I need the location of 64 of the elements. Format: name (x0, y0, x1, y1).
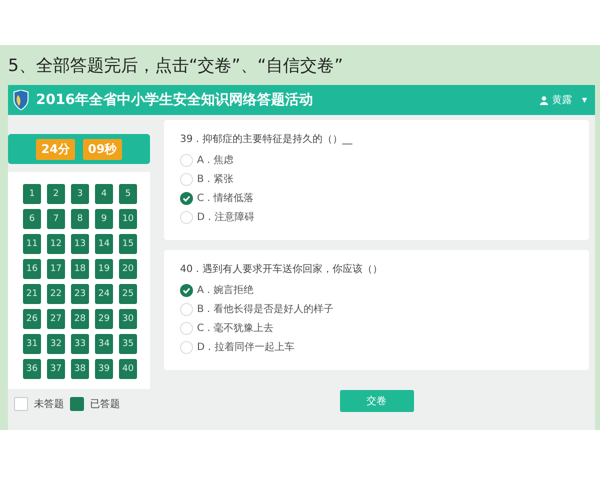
question-number-button[interactable]: 11 (23, 234, 41, 254)
question-number-button[interactable]: 3 (71, 184, 89, 204)
answer-option[interactable]: B . 看他长得是否是好人的样子 (180, 302, 573, 316)
legend-label: 未答题 (34, 398, 64, 411)
legend-label: 已答题 (90, 398, 120, 411)
answer-option[interactable]: D . 注意障碍 (180, 210, 573, 224)
question-number-button[interactable]: 31 (23, 334, 41, 354)
question-number-button[interactable]: 18 (71, 259, 89, 279)
question-number-button[interactable]: 2 (47, 184, 65, 204)
question-number-button[interactable]: 6 (23, 209, 41, 229)
answer-option[interactable]: A . 焦虑 (180, 153, 573, 167)
question-number-button[interactable]: 30 (119, 309, 137, 329)
question-number-button[interactable]: 36 (23, 359, 41, 379)
question-number-button[interactable]: 27 (47, 309, 65, 329)
check-icon (182, 194, 191, 202)
instruction-text: 5、全部答题完后，点击“交卷”、“自信交卷” (8, 54, 344, 78)
question-number-button[interactable]: 13 (71, 234, 89, 254)
question-number-button[interactable]: 29 (95, 309, 113, 329)
question-number-button[interactable]: 21 (23, 284, 41, 304)
question-number-button[interactable]: 24 (95, 284, 113, 304)
minutes-badge: 24分 (36, 138, 75, 160)
radio-button[interactable] (180, 192, 193, 204)
question-number-button[interactable]: 23 (71, 284, 89, 304)
user-menu[interactable]: 黄露 ▾ (540, 93, 587, 107)
question-number-button[interactable]: 9 (95, 209, 113, 229)
question-number-button[interactable]: 5 (119, 184, 137, 204)
answer-option[interactable]: D . 拉着同伴一起上车 (180, 340, 573, 354)
answer-option[interactable]: B . 紧张 (180, 172, 573, 186)
question-number-button[interactable]: 39 (95, 359, 113, 379)
question-number-button[interactable]: 1 (23, 184, 41, 204)
question-number-button[interactable]: 34 (95, 334, 113, 354)
question-number-button[interactable]: 19 (95, 259, 113, 279)
question-number-button[interactable]: 14 (95, 234, 113, 254)
question-number-button[interactable]: 17 (47, 259, 65, 279)
question-number-button[interactable]: 37 (47, 359, 65, 379)
answer-option[interactable]: C . 情绪低落 (180, 191, 573, 205)
question-number-button[interactable]: 16 (23, 259, 41, 279)
question-number-button[interactable]: 22 (47, 284, 65, 304)
question-number-button[interactable]: 33 (71, 334, 89, 354)
question-number-button[interactable]: 4 (95, 184, 113, 204)
seconds-badge: 09秒 (83, 138, 122, 160)
answer-option[interactable]: C . 毫不犹豫上去 (180, 321, 573, 335)
question-number-button[interactable]: 38 (71, 359, 89, 379)
app-title: 2016年全省中小学生安全知识网络答题活动 (36, 91, 314, 109)
question-text: 39 . 抑郁症的主要特征是持久的（）__ (180, 132, 354, 146)
radio-button[interactable] (180, 284, 193, 296)
question-number-button[interactable]: 26 (23, 309, 41, 329)
submit-button[interactable]: 交卷 (340, 390, 414, 412)
shield-logo-icon (12, 90, 30, 110)
question-number-button[interactable]: 7 (47, 209, 65, 229)
question-text: 40 . 遇到有人要求开车送你回家，你应该（） (180, 262, 384, 276)
question-number-button[interactable]: 28 (71, 309, 89, 329)
question-number-button[interactable]: 8 (71, 209, 89, 229)
question-number-button[interactable]: 35 (119, 334, 137, 354)
question-number-button[interactable]: 15 (119, 234, 137, 254)
question-number-button[interactable]: 25 (119, 284, 137, 304)
question-number-button[interactable]: 10 (119, 209, 137, 229)
check-icon (182, 286, 191, 294)
question-number-button[interactable]: 32 (47, 334, 65, 354)
question-number-button[interactable]: 40 (119, 359, 137, 379)
answer-option[interactable]: A . 婉言拒绝 (180, 283, 573, 297)
question-number-button[interactable]: 20 (119, 259, 137, 279)
question-number-button[interactable]: 12 (47, 234, 65, 254)
user-icon (540, 96, 548, 104)
